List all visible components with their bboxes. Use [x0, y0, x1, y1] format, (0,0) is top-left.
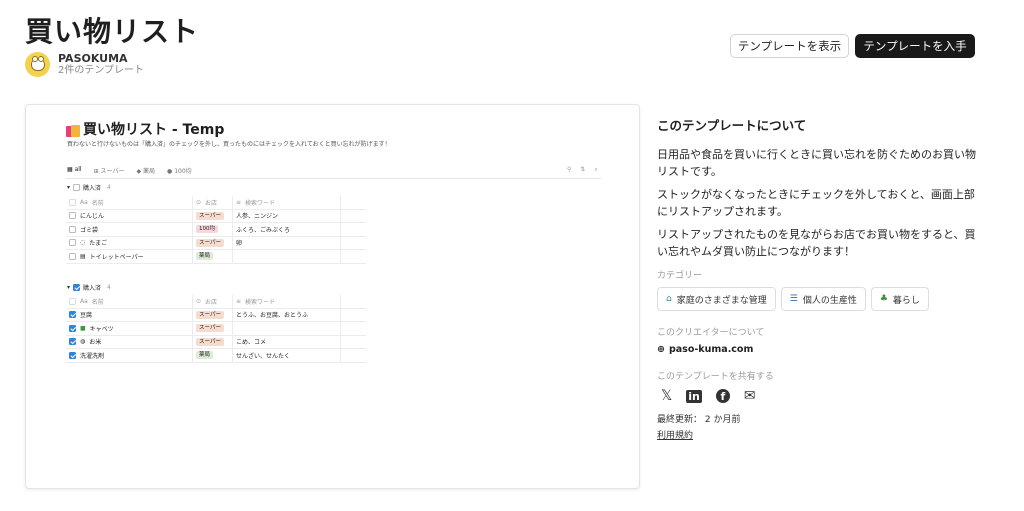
author-name[interactable]: PASOKUMA: [58, 52, 144, 65]
search-icon: ⌕: [594, 166, 598, 173]
tab-super: ⊞ スーパー: [93, 168, 125, 175]
sort-icon: ⇅: [580, 166, 586, 173]
group-header: ▾ 購入済 4: [67, 184, 111, 192]
preview-description: 買わないと行けないものは「購入済」のチェックを外し、買ったものにはチェックを入れ…: [67, 141, 391, 148]
table-header: Aa 名前 ⊙ お店 ≡ 検索ワード: [66, 196, 366, 210]
linkedin-icon[interactable]: in: [686, 389, 702, 403]
tab-all: ▦ all: [67, 166, 82, 173]
table-row: ◍ お米 スーパー こめ、コメ: [66, 335, 366, 349]
filter-icon: ⚲: [567, 166, 572, 173]
shopping-bag-icon: [66, 122, 80, 137]
share-buttons: 𝕏 in f ✉: [661, 388, 977, 404]
author-info[interactable]: PASOKUMA 2件のテンプレート: [25, 52, 144, 77]
table-row: ■ キャベツ スーパー: [66, 322, 366, 336]
preview-table: Aa 名前 ⊙ お店 ≡ 検索ワード 豆腐 スーパー とうふ、お豆腐、おとうふ …: [66, 295, 366, 363]
table-row: 洗濯洗剤 薬局 せんざい、せんたく: [66, 349, 366, 363]
page-title: 買い物リスト: [25, 15, 200, 48]
toilet-paper-icon: ▤: [80, 252, 86, 260]
avatar[interactable]: [25, 52, 50, 77]
tab-100yen: ● 100均: [167, 168, 192, 175]
about-paragraph: ストックがなくなったときにチェックを外しておくと、画面上部にリストアップされます…: [657, 188, 975, 218]
category-personal-productivity[interactable]: ☰ 個人の生産性: [780, 287, 866, 311]
get-template-button[interactable]: テンプレートを入手: [855, 34, 975, 58]
category-label: カテゴリー: [657, 271, 703, 281]
divider: [66, 178, 601, 179]
about-heading: このテンプレートについて: [657, 118, 807, 133]
last-updated: 最終更新： 2 か月前: [657, 415, 741, 425]
table-row: にんじん スーパー 人参、ニンジン: [66, 209, 366, 223]
cabbage-icon: ■: [80, 324, 86, 332]
template-details: このテンプレートについて 日用品や食品を買いに行くときに買い忘れを防ぐためのお買…: [657, 115, 977, 441]
category-lifestyle[interactable]: ♣ 暮らし: [870, 287, 929, 311]
category-home-management[interactable]: ⌂ 家庭のさまざまな管理: [657, 287, 776, 311]
view-template-button[interactable]: テンプレートを表示: [730, 34, 849, 58]
table-row: 豆腐 スーパー とうふ、お豆腐、おとうふ: [66, 308, 366, 322]
mail-icon[interactable]: ✉: [744, 388, 756, 404]
table-header: Aa 名前 ⊙ お店 ≡ 検索ワード: [66, 295, 366, 309]
home-icon: ⌂: [666, 294, 672, 304]
creator-link[interactable]: ⊕ paso-kuma.com: [657, 344, 977, 355]
preview-view-tabs: ▦ all ⊞ スーパー ◆ 薬局 ● 100均: [67, 166, 192, 175]
preview-table: Aa 名前 ⊙ お店 ≡ 検索ワード にんじん スーパー 人参、ニンジン ゴミ袋…: [66, 196, 366, 264]
tab-pharmacy: ◆ 薬局: [136, 168, 156, 175]
facebook-icon[interactable]: f: [715, 389, 730, 403]
globe-icon: ⊕: [657, 344, 665, 355]
share-label: このテンプレートを共有する: [657, 372, 774, 382]
table-row: ▤ トイレットペーパー 薬局: [66, 250, 366, 264]
group-header: ▾ 購入済 4: [67, 284, 111, 292]
terms-link[interactable]: 利用規約: [657, 428, 977, 441]
egg-icon: ◌: [80, 239, 86, 247]
template-preview[interactable]: 買い物リスト - Temp 買わないと行けないものは「購入済」のチェックを外し、…: [25, 104, 640, 489]
author-template-count: 2件のテンプレート: [58, 64, 145, 76]
x-icon[interactable]: 𝕏: [661, 388, 672, 404]
preview-title: 買い物リスト - Temp: [66, 119, 224, 139]
creator-label: このクリエイターについて: [657, 328, 765, 338]
category-list: ⌂ 家庭のさまざまな管理 ☰ 個人の生産性 ♣ 暮らし: [657, 287, 977, 311]
table-row: ◌ たまご スーパー 卵: [66, 236, 366, 250]
plant-icon: ♣: [879, 294, 888, 304]
preview-toolbar: ⚲ ⇅ ⌕: [567, 166, 598, 174]
about-paragraph: 日用品や食品を買いに行くときに買い忘れを防ぐためのお買い物リストです。: [657, 148, 976, 178]
about-paragraph: リストアップされたものを見ながらお店でお買い物をすると、買い忘れやムダ買い防止に…: [657, 228, 976, 258]
checklist-icon: ☰: [789, 294, 798, 304]
rice-icon: ◍: [80, 338, 86, 346]
table-row: ゴミ袋 100均 ふくろ、ごみぶくろ: [66, 223, 366, 237]
